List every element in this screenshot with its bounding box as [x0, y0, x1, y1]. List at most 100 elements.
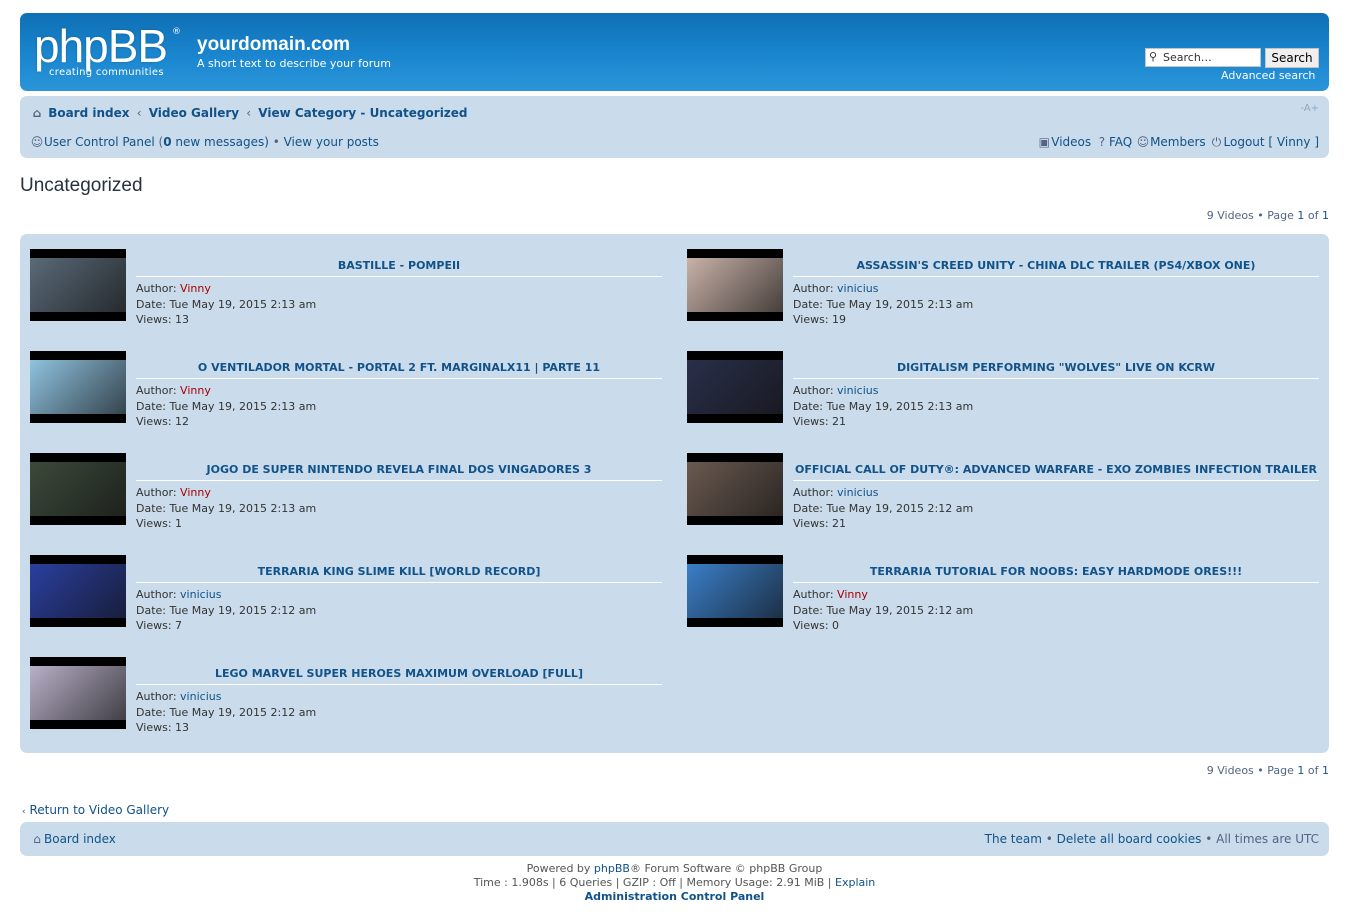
return-link-label: Return to Video Gallery — [29, 803, 170, 817]
thumb-image — [30, 666, 126, 720]
chevron-left-icon: ‹ — [22, 807, 26, 817]
author-link[interactable]: Vinny — [180, 384, 211, 397]
video-thumbnail[interactable] — [30, 453, 126, 525]
video-title-link[interactable]: ASSASSIN'S CREED UNITY - CHINA DLC TRAIL… — [793, 259, 1319, 277]
thumb-image — [687, 564, 783, 618]
video-title-link[interactable]: TERRARIA KING SLIME KILL [WORLD RECORD] — [136, 565, 662, 583]
new-messages-link[interactable]: new messages) — [172, 135, 268, 149]
video-item: O VENTILADOR MORTAL - PORTAL 2 FT. MARGI… — [30, 351, 662, 431]
delete-cookies-link[interactable]: Delete all board cookies — [1057, 832, 1202, 846]
phpbb-link[interactable]: phpBB — [594, 862, 630, 875]
video-thumbnail[interactable] — [30, 351, 126, 423]
thumb-image — [687, 462, 783, 516]
author-link[interactable]: vinicius — [837, 282, 878, 295]
logout-link[interactable]: Logout [ Vinny ] — [1224, 135, 1319, 149]
video-item: TERRARIA TUTORIAL FOR NOOBS: EASY HARDMO… — [687, 555, 1319, 635]
faq-link[interactable]: FAQ — [1109, 135, 1132, 149]
bullet-separator: • — [1041, 832, 1057, 846]
video-views: Views: 13 — [136, 313, 190, 326]
author-link[interactable]: vinicius — [837, 384, 878, 397]
new-messages-count[interactable]: 0 — [163, 135, 171, 149]
videos-link[interactable]: Videos — [1051, 135, 1091, 149]
video-title-link[interactable]: O VENTILADOR MORTAL - PORTAL 2 FT. MARGI… — [136, 361, 662, 379]
return-link[interactable]: ‹ Return to Video Gallery — [22, 803, 169, 817]
copyright-line: Powered by phpBB® Forum Software © phpBB… — [526, 862, 823, 875]
author-link[interactable]: Vinny — [837, 588, 868, 601]
video-item: JOGO DE SUPER NINTENDO REVELA FINAL DOS … — [30, 453, 662, 533]
video-author: Author: vinicius — [793, 486, 879, 499]
pagination-of: of — [1304, 764, 1322, 777]
video-author: Author: Vinny — [136, 486, 211, 499]
video-thumbnail[interactable] — [687, 555, 783, 627]
breadcrumb-view-category[interactable]: View Category - Uncategorized — [258, 106, 467, 120]
video-views: Views: 12 — [136, 415, 190, 428]
nav-right-links: ▣Videos ? FAQ ☺Members ⏻ Logout [ Vinny ] — [1037, 135, 1319, 150]
video-title-link[interactable]: JOGO DE SUPER NINTENDO REVELA FINAL DOS … — [136, 463, 662, 481]
pagination-top: 9 Videos • Page 1 of 1 — [1207, 209, 1329, 222]
explain-link[interactable]: Explain — [835, 876, 875, 889]
video-thumbnail[interactable] — [687, 351, 783, 423]
pagination-prefix: 9 Videos • Page — [1206, 764, 1298, 777]
video-date: Date: Tue May 19, 2015 2:12 am — [793, 604, 974, 617]
video-thumbnail[interactable] — [687, 249, 783, 321]
video-item: LEGO MARVEL SUPER HEROES MAXIMUM OVERLOA… — [30, 657, 662, 737]
video-title-link[interactable]: LEGO MARVEL SUPER HEROES MAXIMUM OVERLOA… — [136, 667, 662, 685]
video-item: DIGITALISM PERFORMING "WOLVES" LIVE ON K… — [687, 351, 1319, 431]
video-title-link[interactable]: DIGITALISM PERFORMING "WOLVES" LIVE ON K… — [793, 361, 1319, 379]
breadcrumb-video-gallery[interactable]: Video Gallery — [149, 106, 239, 120]
video-thumbnail[interactable] — [687, 453, 783, 525]
faq-icon: ? — [1098, 135, 1106, 149]
acp-link[interactable]: Administration Control Panel — [585, 890, 765, 903]
video-views: Views: 1 — [136, 517, 183, 530]
video-views: Views: 21 — [793, 415, 847, 428]
video-author: Author: vinicius — [793, 384, 879, 397]
pagination-prefix: 9 Videos • Page — [1206, 209, 1298, 222]
search-button[interactable]: Search — [1265, 48, 1319, 68]
thumb-image — [30, 564, 126, 618]
video-item: BASTILLE - POMPEII Author: Vinny Date: T… — [30, 249, 662, 329]
power-icon: ⏻ — [1211, 135, 1222, 149]
bullet-separator: • — [1201, 832, 1217, 846]
pagination-of: of — [1304, 209, 1322, 222]
user-icon: ☺ — [30, 135, 44, 149]
view-your-posts-link[interactable]: View your posts — [284, 135, 379, 149]
font-size-toggle[interactable]: -A+ — [1300, 103, 1319, 114]
footer-board-index[interactable]: ⌂ Board index — [30, 832, 116, 846]
video-title-link[interactable]: OFFICIAL CALL OF DUTY®: ADVANCED WARFARE… — [793, 463, 1319, 481]
ucp-link[interactable]: User Control Panel — [44, 135, 155, 149]
video-date: Date: Tue May 19, 2015 2:13 am — [793, 298, 974, 311]
video-title-link[interactable]: TERRARIA TUTORIAL FOR NOOBS: EASY HARDMO… — [793, 565, 1319, 583]
author-link[interactable]: vinicius — [180, 690, 221, 703]
author-link[interactable]: Vinny — [180, 486, 211, 499]
advanced-search-link[interactable]: Advanced search — [1221, 69, 1315, 82]
breadcrumb-board-index[interactable]: Board index — [48, 106, 129, 120]
video-date: Date: Tue May 19, 2015 2:12 am — [793, 502, 974, 515]
author-link[interactable]: Vinny — [180, 282, 211, 295]
thumb-image — [687, 258, 783, 312]
video-thumbnail[interactable] — [30, 249, 126, 321]
video-date: Date: Tue May 19, 2015 2:12 am — [136, 604, 317, 617]
navbar: ⌂ Board index ‹ Video Gallery ‹ View Cat… — [20, 96, 1329, 158]
author-link[interactable]: vinicius — [837, 486, 878, 499]
video-date: Date: Tue May 19, 2015 2:13 am — [136, 400, 317, 413]
bullet-separator: • — [268, 135, 284, 149]
pagination-bottom: 9 Videos • Page 1 of 1 — [1207, 764, 1329, 777]
video-thumbnail[interactable] — [30, 657, 126, 729]
pagination-total[interactable]: 1 — [1322, 209, 1329, 222]
pagination-total[interactable]: 1 — [1322, 764, 1329, 777]
phpbb-logo[interactable]: phpBB ® creating communities — [34, 20, 184, 83]
the-team-link[interactable]: The team — [985, 832, 1042, 846]
video-item: TERRARIA KING SLIME KILL [WORLD RECORD] … — [30, 555, 662, 635]
video-author: Author: Vinny — [136, 384, 211, 397]
video-title-link[interactable]: BASTILLE - POMPEII — [136, 259, 662, 277]
acp-line: Administration Control Panel — [0, 890, 1349, 903]
thumb-image — [30, 258, 126, 312]
site-name: yourdomain.com — [197, 34, 351, 55]
page-title: Uncategorized — [20, 175, 143, 196]
author-link[interactable]: vinicius — [180, 588, 221, 601]
search-input[interactable]: ⚲ Search… — [1145, 48, 1261, 67]
video-author: Author: Vinny — [793, 588, 868, 601]
members-link[interactable]: Members — [1150, 135, 1206, 149]
timezone-text: All times are UTC — [1216, 832, 1319, 846]
video-thumbnail[interactable] — [30, 555, 126, 627]
